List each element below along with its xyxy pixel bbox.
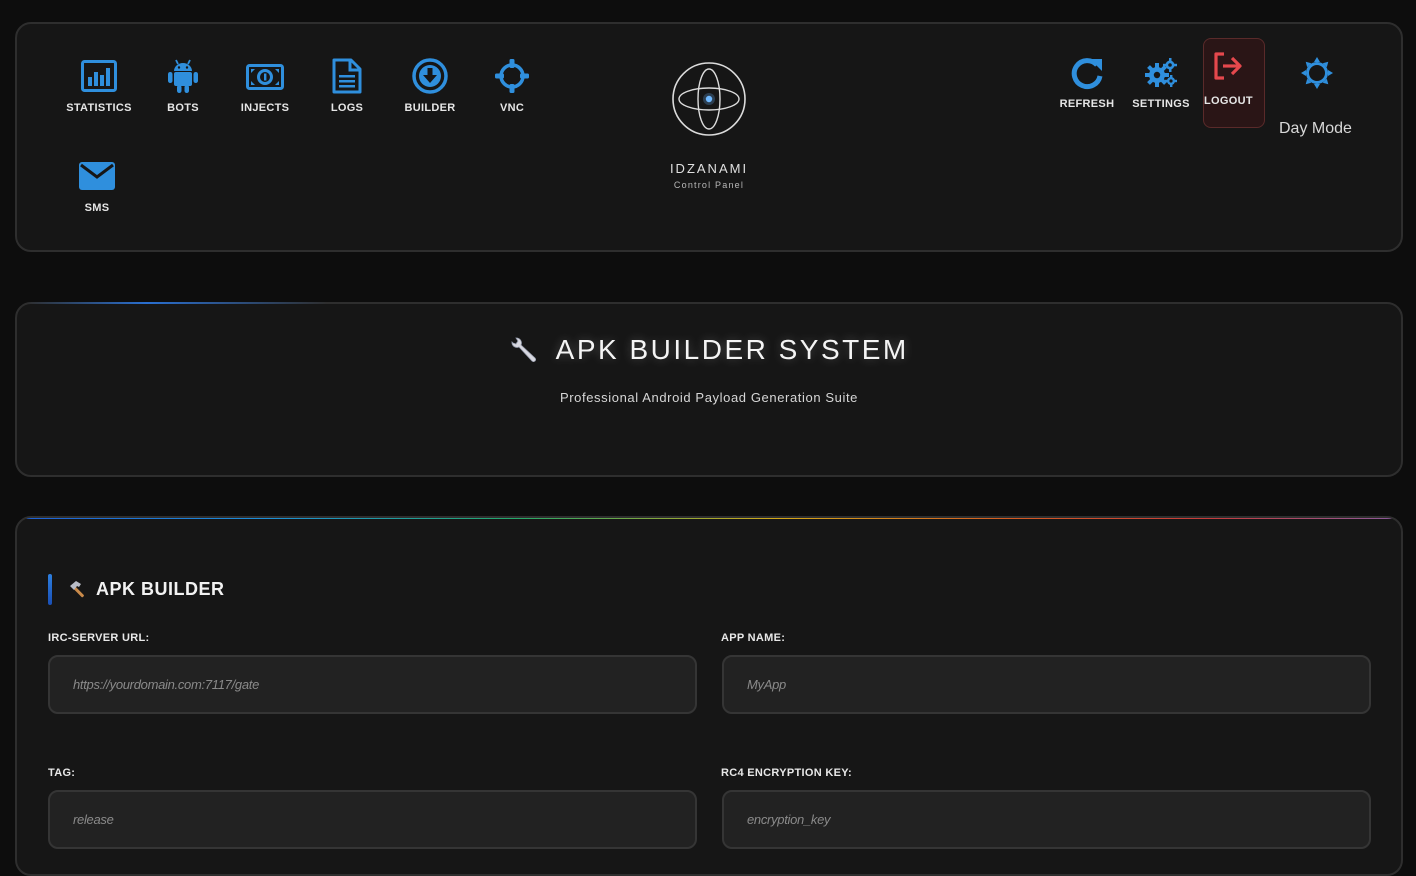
refresh-label: REFRESH (1059, 98, 1115, 110)
nav-statistics-label: STATISTICS (66, 102, 132, 114)
nav-logs[interactable]: LOGS (307, 58, 387, 114)
logout-button[interactable]: LOGOUT (1203, 38, 1265, 128)
money-icon (246, 64, 284, 90)
banner-accent-line (27, 302, 327, 304)
app-name-label: APP NAME: (721, 632, 786, 644)
section-title: APK BUILDER (96, 579, 225, 599)
nav-bots-label: BOTS (167, 102, 199, 114)
envelope-icon (79, 162, 115, 190)
nav-sms[interactable]: SMS (57, 162, 137, 214)
day-mode-label[interactable]: Day Mode (1279, 120, 1352, 138)
banner-title-row: APK BUILDER SYSTEM (17, 334, 1401, 366)
download-circle-icon (412, 58, 448, 94)
irc-url-label: IRC-SERVER URL: (48, 632, 150, 644)
orbit-logo-icon (672, 62, 746, 136)
brand-subtitle: Control Panel (673, 180, 745, 190)
rainbow-accent-line (17, 518, 1401, 519)
document-icon (332, 58, 362, 94)
banner-title: APK BUILDER SYSTEM (555, 334, 909, 365)
banner-subtitle: Professional Android Payload Generation … (559, 390, 858, 405)
nav-injects[interactable]: INJECTS (225, 64, 305, 114)
android-icon (168, 59, 198, 93)
rc4-key-label: RC4 ENCRYPTION KEY: (721, 767, 852, 779)
settings-button[interactable]: SETTINGS (1121, 58, 1201, 110)
refresh-icon (1071, 58, 1103, 90)
nav-statistics[interactable]: STATISTICS (59, 60, 139, 114)
nav-builder[interactable]: BUILDER (390, 58, 470, 114)
nav-builder-label: BUILDER (404, 102, 456, 114)
sun-icon (1301, 57, 1333, 89)
hammer-icon (70, 581, 84, 598)
nav-vnc-label: VNC (499, 102, 525, 114)
nav-logs-label: LOGS (330, 102, 364, 114)
tag-label: TAG: (48, 767, 76, 779)
logout-label: LOGOUT (1204, 95, 1253, 107)
gears-icon (1145, 58, 1177, 87)
nav-bots[interactable]: BOTS (143, 58, 223, 114)
refresh-button[interactable]: REFRESH (1047, 56, 1127, 110)
app-name-input[interactable] (722, 655, 1371, 714)
nav-vnc[interactable]: VNC (472, 58, 552, 114)
apk-builder-form: APK BUILDER IRC-SERVER URL: APP NAME: TA… (15, 516, 1403, 876)
rc4-key-input[interactable] (722, 790, 1371, 849)
statistics-icon (81, 60, 117, 92)
tag-input[interactable] (48, 790, 697, 849)
brand-title: IDZANAMI (669, 161, 749, 176)
nav-sms-label: SMS (84, 202, 110, 214)
logout-icon (1214, 52, 1242, 80)
builder-system-banner: APK BUILDER SYSTEM Professional Android … (15, 302, 1403, 477)
irc-url-input[interactable] (48, 655, 697, 714)
brand-logo: IDZANAMI Control Panel (649, 60, 769, 190)
crosshair-icon (495, 59, 529, 93)
nav-injects-label: INJECTS (240, 102, 290, 114)
settings-label: SETTINGS (1132, 98, 1190, 110)
wrench-icon (511, 337, 537, 362)
section-accent-bar (48, 574, 52, 605)
top-navigation-panel: STATISTICS BOTS INJECTS LOGS BUILDER VNC… (15, 22, 1403, 252)
